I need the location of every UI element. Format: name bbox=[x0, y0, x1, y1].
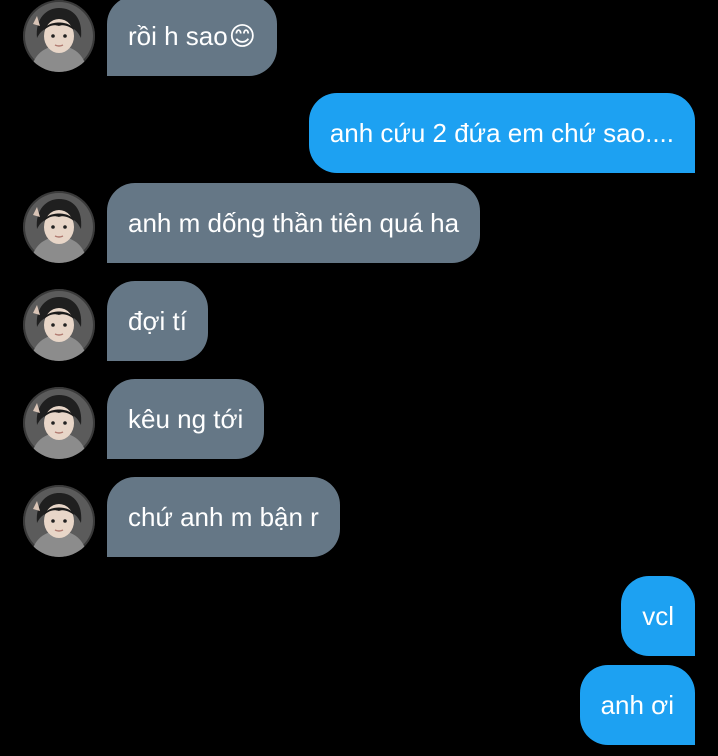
message-row: vcl bbox=[0, 576, 718, 656]
message-row: anh ơi bbox=[0, 665, 718, 745]
avatar-photo-icon bbox=[23, 0, 95, 72]
message-text: anh m dống thần tiên quá ha bbox=[128, 208, 460, 238]
message-row: chứ anh m bận r bbox=[0, 477, 718, 557]
message-bubble-incoming[interactable]: đợi tí bbox=[107, 281, 208, 361]
message-text: chứ anh m bận r bbox=[128, 502, 319, 532]
contact-avatar[interactable] bbox=[23, 191, 95, 263]
avatar-photo-icon bbox=[23, 387, 95, 459]
message-bubble-incoming[interactable]: kêu ng tới bbox=[107, 379, 265, 459]
avatar-photo-icon bbox=[23, 289, 95, 361]
message-row: rồi h sao 😊 bbox=[0, 0, 718, 76]
message-bubble-outgoing[interactable]: anh cứu 2 đứa em chứ sao.... bbox=[308, 93, 695, 173]
message-bubble-incoming[interactable]: chứ anh m bận r bbox=[107, 477, 340, 557]
message-bubble-outgoing[interactable]: anh ơi bbox=[579, 665, 695, 745]
contact-avatar[interactable] bbox=[23, 289, 95, 361]
message-text: anh ơi bbox=[600, 690, 674, 720]
message-bubble-incoming[interactable]: rồi h sao 😊 bbox=[107, 0, 277, 76]
contact-avatar[interactable] bbox=[23, 485, 95, 557]
message-row: anh m dống thần tiên quá ha bbox=[0, 183, 718, 263]
message-row: anh cứu 2 đứa em chứ sao.... bbox=[0, 93, 718, 173]
avatar-photo-icon bbox=[23, 485, 95, 557]
message-text: vcl bbox=[642, 601, 674, 631]
contact-avatar[interactable] bbox=[23, 387, 95, 459]
message-text: đợi tí bbox=[128, 306, 187, 336]
message-text: anh cứu 2 đứa em chứ sao.... bbox=[329, 118, 674, 148]
contact-avatar[interactable] bbox=[23, 0, 95, 72]
message-row: đợi tí bbox=[0, 281, 718, 361]
message-text: kêu ng tới bbox=[128, 404, 244, 434]
message-text: rồi h sao bbox=[128, 21, 228, 51]
message-row: kêu ng tới bbox=[0, 379, 718, 459]
chat-thread[interactable]: rồi h sao 😊 anh cứu 2 đứa em chứ sao....… bbox=[0, 0, 718, 756]
avatar-photo-icon bbox=[23, 191, 95, 263]
message-bubble-outgoing[interactable]: vcl bbox=[621, 576, 695, 656]
message-bubble-incoming[interactable]: anh m dống thần tiên quá ha bbox=[107, 183, 481, 263]
smiling-face-emoji-icon: 😊 bbox=[228, 21, 256, 51]
